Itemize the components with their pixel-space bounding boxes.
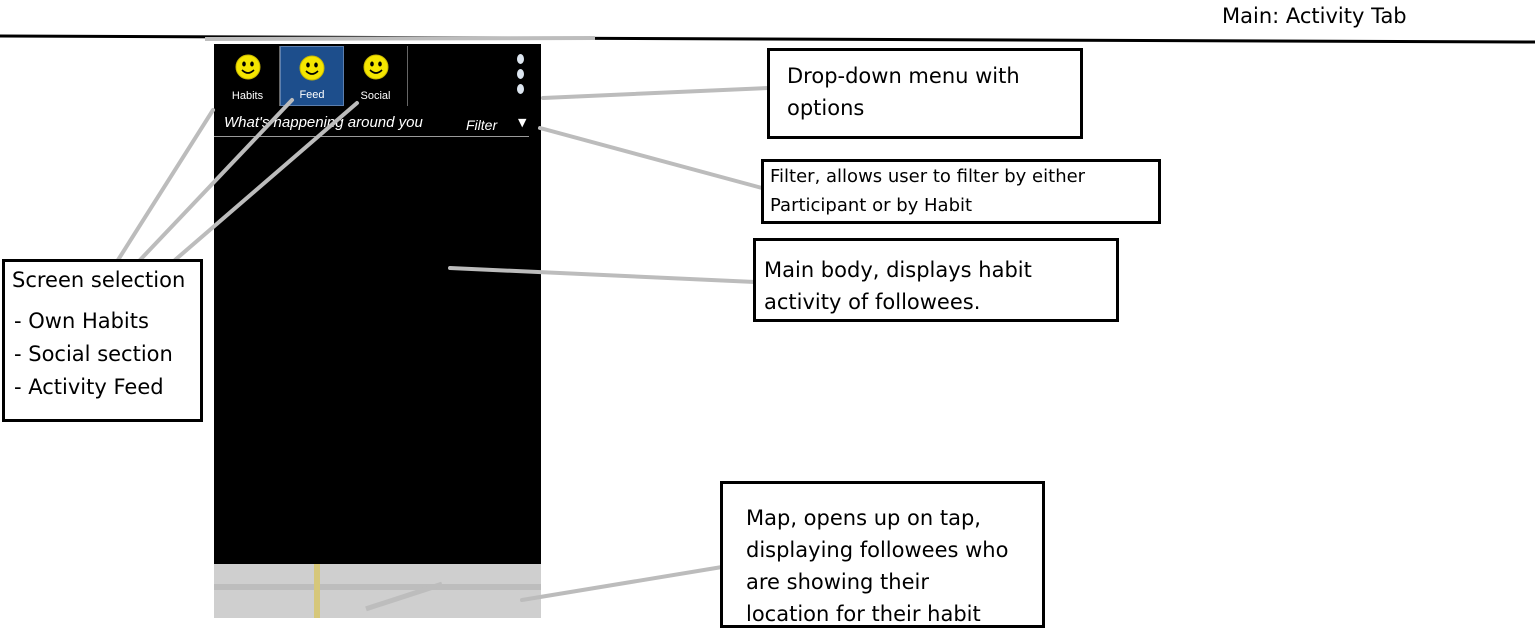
callout-line: Participant or by Habit xyxy=(770,195,973,216)
filter-button[interactable]: Filter xyxy=(466,117,497,133)
list-item: - Own Habits xyxy=(14,309,149,333)
callout-filter: Filter, allows user to filter by either … xyxy=(761,159,1161,224)
tab-feed[interactable]: Feed xyxy=(280,46,344,106)
page-title: Main: Activity Tab xyxy=(1222,4,1407,28)
vertical-dots-icon[interactable] xyxy=(512,52,528,104)
callout-line: displaying followees who xyxy=(746,538,1009,562)
callout-line: Main body, displays habit xyxy=(764,258,1032,282)
callout-dropdown-menu: Drop-down menu with options xyxy=(767,48,1083,139)
tab-social[interactable]: Social xyxy=(344,46,408,106)
smiley-icon xyxy=(235,54,260,80)
map-preview[interactable] xyxy=(214,564,541,618)
chevron-down-icon[interactable]: ▼ xyxy=(518,116,526,129)
feed-tagline: What's happening around you xyxy=(224,114,423,131)
smiley-icon xyxy=(299,55,325,81)
callout-line: activity of followees. xyxy=(764,290,981,314)
callout-title: Screen selection xyxy=(12,268,186,292)
callout-line: Filter, allows user to filter by either xyxy=(770,166,1086,187)
smiley-icon xyxy=(363,54,388,80)
tab-label: Feed xyxy=(299,89,325,101)
tab-bar: Habits Feed Social xyxy=(214,44,541,106)
tab-label: Habits xyxy=(231,90,264,102)
callout-line: are showing their xyxy=(746,570,929,594)
callout-map: Map, opens up on tap, displaying followe… xyxy=(720,481,1045,628)
callout-line: location for their habit xyxy=(746,602,981,626)
callout-line: options xyxy=(787,96,865,120)
feed-subheader: What's happening around you Filter ▼ xyxy=(214,108,529,137)
tab-habits[interactable]: Habits xyxy=(216,46,280,106)
phone-screen: Habits Feed Social What's happening arou… xyxy=(214,44,541,618)
activity-feed-body[interactable] xyxy=(214,138,541,564)
callout-line: Drop-down menu with xyxy=(787,64,1020,88)
callout-line: Map, opens up on tap, xyxy=(746,506,981,530)
callout-screen-selection: Screen selection - Own Habits - Social s… xyxy=(2,259,203,422)
callout-main-body: Main body, displays habit activity of fo… xyxy=(753,238,1119,322)
tab-label: Social xyxy=(360,90,391,102)
list-item: - Activity Feed xyxy=(14,375,164,399)
list-item: - Social section xyxy=(14,342,173,366)
